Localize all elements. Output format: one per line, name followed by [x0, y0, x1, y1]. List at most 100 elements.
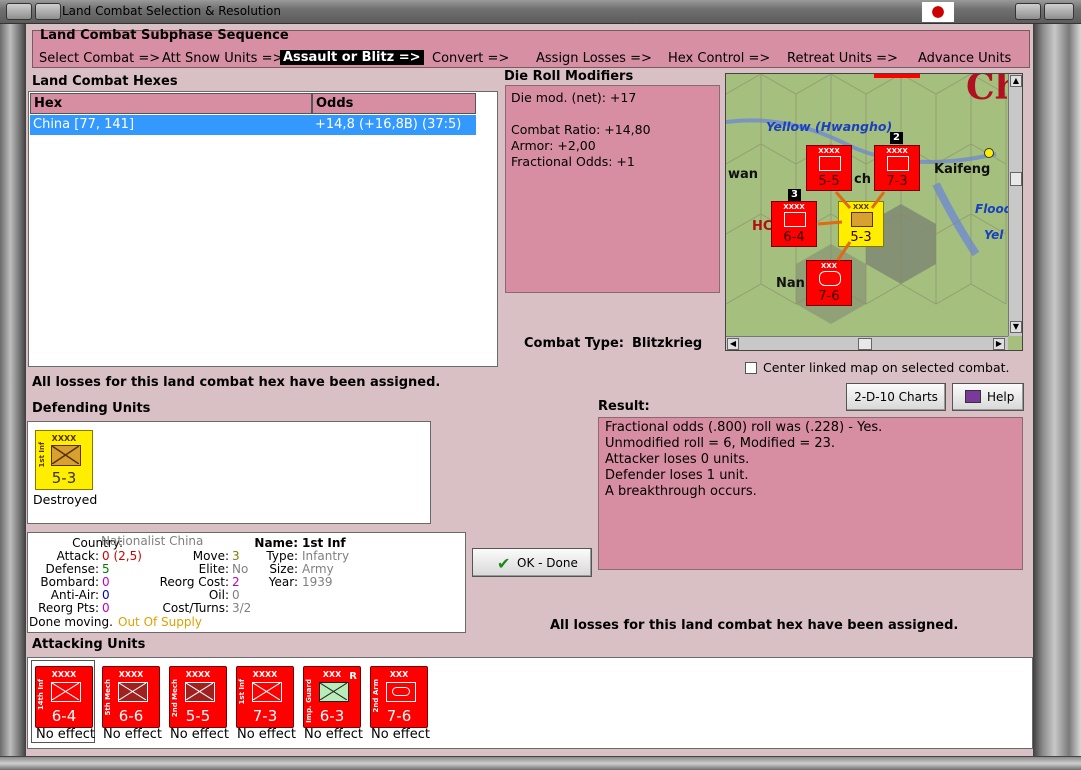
- year-value: 1939: [302, 575, 333, 589]
- unit-strength: 5-5: [185, 707, 211, 725]
- window-frame-bottom: [0, 756, 1081, 770]
- defender-status: Destroyed: [33, 492, 98, 507]
- unit-strength: 6-6: [118, 707, 144, 725]
- mod-fractional: Fractional Odds: +1: [511, 154, 635, 169]
- unit-size: XXX: [389, 670, 409, 679]
- result-panel: Fractional odds (.800) roll was (.228) -…: [598, 417, 1023, 570]
- infantry-icon: [51, 682, 81, 702]
- help-button-label: Help: [987, 390, 1015, 404]
- title-bar[interactable]: Land Combat Selection & Resolution: [0, 0, 1081, 24]
- horizontal-scroll-thumb[interactable]: [858, 338, 872, 350]
- unit-strength: 7-3: [252, 707, 278, 725]
- unit-effect: No effect: [170, 727, 230, 742]
- system-menu-button[interactable]: [6, 3, 32, 20]
- unit-name: 14th Inf: [37, 679, 45, 711]
- window-frame-left: [0, 24, 26, 770]
- unit-size: XXXX: [118, 670, 144, 679]
- infantry-icon: [252, 682, 282, 702]
- map-horizontal-scrollbar[interactable]: ◀ ▶: [726, 336, 1008, 350]
- charts-button[interactable]: 2-D-10 Charts: [846, 383, 946, 411]
- mech-infantry-icon: [118, 682, 148, 702]
- ok-done-button[interactable]: ✔ OK - Done: [472, 548, 592, 577]
- center-map-label: Center linked map on selected combat.: [763, 360, 1010, 375]
- defender-unit-counter[interactable]: XXXX 1st Inf 5-3: [35, 430, 93, 490]
- unit-name: 1st Inf: [38, 442, 46, 468]
- defending-units-panel: XXXX 1st Inf 5-3 Destroyed: [27, 421, 431, 524]
- step-hex-control: Hex Control =>: [668, 51, 771, 66]
- unit-size: XXXX: [252, 670, 278, 679]
- reserve-badge: R: [349, 671, 357, 682]
- cost-turns-label: Cost/Turns:: [162, 601, 229, 615]
- window-title: Land Combat Selection & Resolution: [62, 4, 281, 18]
- hexes-table: Hex Odds China [77, 141] +14,8 (+16,8B) …: [28, 91, 498, 367]
- attacking-heading: Attacking Units: [32, 637, 146, 652]
- country-value: Nationalist China: [101, 534, 204, 548]
- infantry-icon: [51, 445, 81, 466]
- col-header-hex[interactable]: Hex: [30, 93, 312, 114]
- combat-type-label: Combat Type:: [524, 336, 624, 351]
- col-header-odds[interactable]: Odds: [312, 93, 476, 114]
- unit-name: 1st Inf: [238, 679, 246, 705]
- attacker-unit-5th-mech[interactable]: XXXX 5th Mech 6-6: [102, 666, 160, 728]
- attack-value: 0: [102, 549, 110, 563]
- unit-strength: 6-4: [51, 707, 77, 725]
- step-att-snow-units: Att Snow Units =>: [162, 51, 284, 66]
- unit-effect: No effect: [237, 727, 297, 742]
- minimize-button[interactable]: [35, 3, 61, 20]
- mech-infantry-icon: [185, 682, 215, 702]
- rising-sun-flag-icon: [922, 2, 954, 22]
- attacker-unit-imp-guard[interactable]: XXX R Imp. Guard 6-3: [303, 666, 361, 728]
- map-vertical-scrollbar[interactable]: ▲ ▼: [1008, 74, 1022, 336]
- combat-type-value: Blitzkrieg: [632, 336, 703, 351]
- linked-map[interactable]: Yellow (Hwangho) Kaifeng Flood Yel wan c…: [725, 73, 1023, 351]
- scroll-left-icon[interactable]: ◀: [727, 338, 739, 350]
- attacker-unit-2nd-mech[interactable]: XXXX 2nd Mech 5-5: [169, 666, 227, 728]
- help-book-icon: [965, 390, 981, 403]
- result-line: Unmodified roll = 6, Modified = 23.: [605, 436, 836, 451]
- step-select-combat: Select Combat =>: [39, 51, 161, 66]
- unit-effect: No effect: [304, 727, 364, 742]
- unit-strength: 7-6: [386, 707, 412, 725]
- supply-status: Out Of Supply: [118, 615, 202, 629]
- close-button[interactable]: [1044, 3, 1074, 20]
- reorg-label: Reorg Pts:: [38, 601, 99, 615]
- attacker-unit-2nd-arm[interactable]: XXX 2nd Arm 7-6: [370, 666, 428, 728]
- maximize-button[interactable]: [1015, 3, 1041, 20]
- scroll-up-icon[interactable]: ▲: [1010, 75, 1022, 87]
- mod-net: Die mod. (net): +17: [511, 90, 637, 105]
- vertical-scroll-thumb[interactable]: [1010, 172, 1022, 186]
- attack-arrows: [817, 191, 886, 261]
- unit-effect: No effect: [36, 727, 96, 742]
- result-line: Fractional odds (.800) roll was (.228) -…: [605, 420, 883, 435]
- modifiers-heading: Die Roll Modifiers: [504, 69, 634, 84]
- help-button[interactable]: Help: [952, 383, 1024, 411]
- losses-assigned-top: All losses for this land combat hex have…: [32, 375, 441, 390]
- armor-icon: [386, 682, 416, 702]
- step-retreat-units: Retreat Units =>: [787, 51, 898, 66]
- unit-strength: 5-3: [51, 469, 77, 487]
- center-map-checkbox[interactable]: [745, 362, 757, 374]
- mod-armor: Armor: +2,00: [511, 138, 596, 153]
- unit-effect: No effect: [371, 727, 431, 742]
- scroll-right-icon[interactable]: ▶: [993, 338, 1005, 350]
- attacker-unit-1st-inf[interactable]: XXXX 1st Inf 7-3: [236, 666, 294, 728]
- result-line: Attacker loses 0 units.: [605, 452, 750, 467]
- result-line: A breakthrough occurs.: [605, 484, 757, 499]
- table-row[interactable]: China [77, 141] +14,8 (+16,8B) (37:5): [30, 115, 476, 135]
- unit-info-panel: Country: Nationalist China Attack: 0 (2,…: [27, 532, 466, 633]
- hex-cell: China [77, 141]: [33, 117, 135, 132]
- unit-size: XXXX: [185, 670, 211, 679]
- scroll-down-icon[interactable]: ▼: [1010, 321, 1022, 333]
- step-advance-units: Advance Units: [918, 51, 1012, 66]
- hexes-heading: Land Combat Hexes: [32, 74, 178, 89]
- result-line: Defender loses 1 unit.: [605, 468, 749, 483]
- unit-strength: 6-3: [319, 707, 345, 725]
- step-assign-losses: Assign Losses =>: [536, 51, 652, 66]
- window-frame-right: [1033, 24, 1081, 770]
- attacker-unit-14th-inf[interactable]: XXXX 14th Inf 6-4: [35, 666, 93, 728]
- defending-heading: Defending Units: [32, 401, 151, 416]
- cost-turns-value: 3/2: [232, 601, 252, 615]
- losses-assigned-bottom: All losses for this land combat hex have…: [550, 618, 959, 633]
- unit-size: XXXX: [51, 670, 77, 679]
- checkmark-icon: ✔: [497, 554, 511, 573]
